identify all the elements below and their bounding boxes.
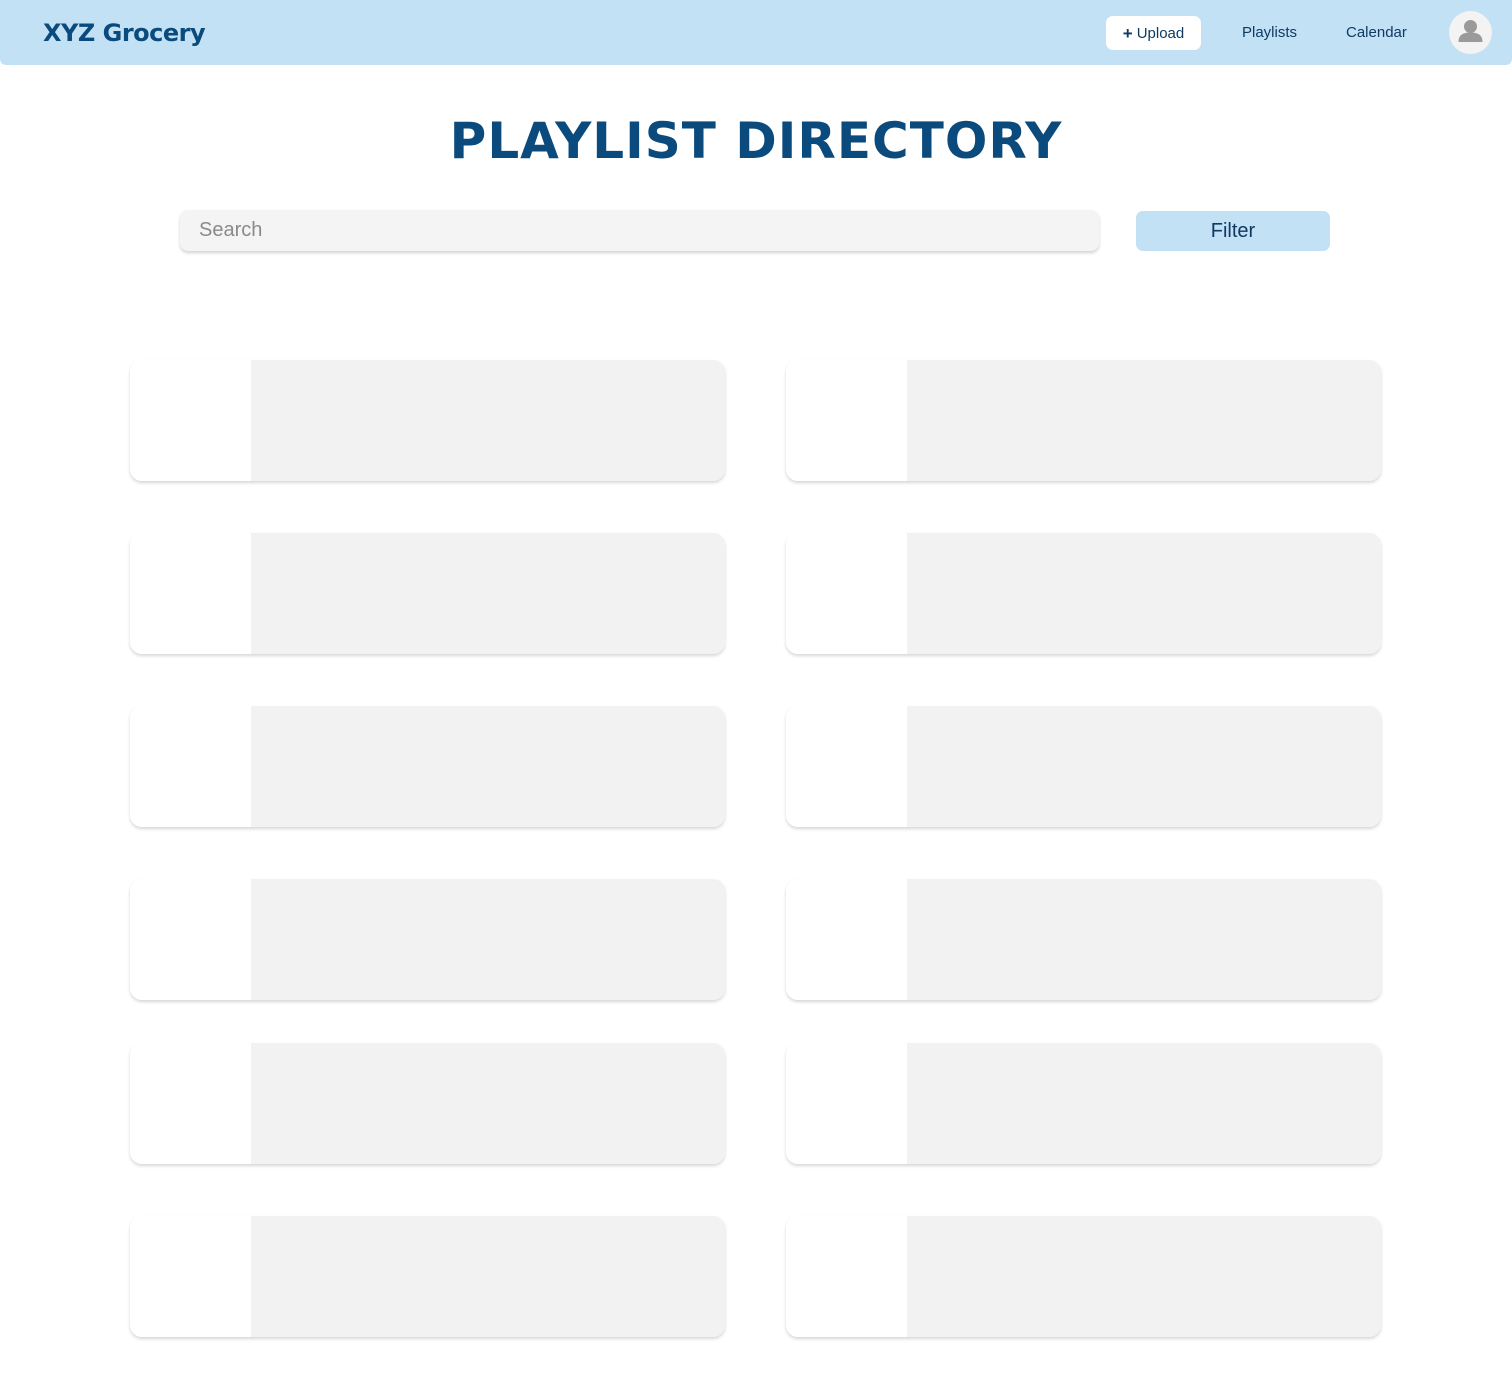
playlist-card[interactable] bbox=[130, 360, 725, 481]
search-input[interactable] bbox=[180, 210, 1099, 251]
playlist-card[interactable] bbox=[786, 1043, 1381, 1164]
nav-link-calendar[interactable]: Calendar bbox=[1346, 24, 1407, 42]
playlist-card[interactable] bbox=[786, 1216, 1381, 1337]
playlist-thumbnail bbox=[786, 360, 907, 481]
playlist-card[interactable] bbox=[786, 360, 1381, 481]
playlist-card[interactable] bbox=[130, 879, 725, 1000]
playlist-card-body bbox=[907, 879, 1381, 1000]
playlist-card[interactable] bbox=[130, 533, 725, 654]
playlist-card[interactable] bbox=[786, 706, 1381, 827]
playlist-thumbnail bbox=[130, 706, 251, 827]
playlist-card[interactable] bbox=[130, 1043, 725, 1164]
playlist-thumbnail bbox=[786, 879, 907, 1000]
playlist-card-body bbox=[251, 533, 725, 654]
brand-logo[interactable]: XYZ Grocery bbox=[43, 17, 206, 49]
playlist-card[interactable] bbox=[786, 879, 1381, 1000]
playlist-thumbnail bbox=[786, 1043, 907, 1164]
playlist-thumbnail bbox=[130, 879, 251, 1000]
playlist-thumbnail bbox=[130, 360, 251, 481]
playlist-card-body bbox=[907, 360, 1381, 481]
playlist-card[interactable] bbox=[130, 706, 725, 827]
plus-icon: + bbox=[1122, 23, 1133, 43]
playlist-card-body bbox=[251, 879, 725, 1000]
playlist-card-body bbox=[907, 1043, 1381, 1164]
playlist-card-body bbox=[907, 533, 1381, 654]
nav-link-playlists[interactable]: Playlists bbox=[1242, 24, 1297, 42]
page-title: PLAYLIST DIRECTORY bbox=[449, 112, 1063, 170]
playlist-card-body bbox=[907, 706, 1381, 827]
playlist-card[interactable] bbox=[130, 1216, 725, 1337]
upload-label: Upload bbox=[1136, 24, 1185, 42]
upload-button[interactable]: + Upload bbox=[1106, 16, 1201, 50]
user-avatar-icon bbox=[1458, 20, 1483, 42]
playlist-card-body bbox=[907, 1216, 1381, 1337]
playlist-thumbnail bbox=[786, 1216, 907, 1337]
search-bar bbox=[180, 210, 1099, 251]
playlist-card-body bbox=[251, 706, 725, 827]
playlist-card-body bbox=[251, 1216, 725, 1337]
playlist-thumbnail bbox=[786, 533, 907, 654]
playlist-thumbnail bbox=[130, 1043, 251, 1164]
playlist-thumbnail bbox=[130, 533, 251, 654]
playlist-thumbnail bbox=[786, 706, 907, 827]
playlist-card[interactable] bbox=[786, 533, 1381, 654]
filter-button[interactable]: Filter bbox=[1136, 211, 1330, 251]
top-nav-bar: XYZ Grocery + Upload Playlists Calendar bbox=[0, 0, 1512, 65]
playlist-card-body bbox=[251, 360, 725, 481]
user-avatar[interactable] bbox=[1449, 11, 1492, 54]
playlist-card-body bbox=[251, 1043, 725, 1164]
playlist-thumbnail bbox=[130, 1216, 251, 1337]
